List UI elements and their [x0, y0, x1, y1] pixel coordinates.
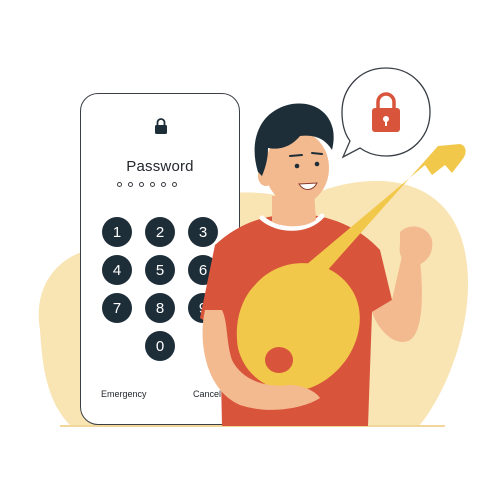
person-hand-right [399, 226, 433, 266]
person-illustration [200, 92, 466, 426]
person-eyebrow [289, 154, 303, 157]
illustration: Password 1 2 3 4 5 6 7 8 9 0 Emergency C… [0, 0, 500, 500]
person-eyebrow [311, 152, 323, 155]
person-eye [314, 161, 320, 167]
key-hole [265, 347, 293, 373]
padlock-icon [372, 92, 400, 132]
person-eye [294, 163, 300, 169]
